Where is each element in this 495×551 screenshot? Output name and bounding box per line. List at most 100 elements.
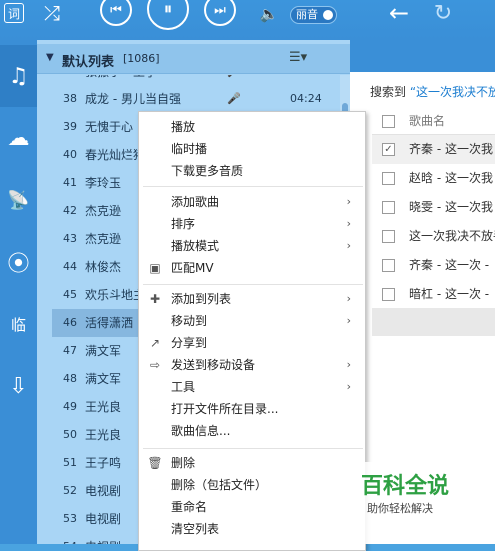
plus-icon: ✚ [149,292,161,306]
temp-list-icon[interactable]: 临 [0,293,37,355]
submenu-arrow-icon: › [346,358,351,371]
row-number: 54 [63,533,83,544]
row-number: 40 [63,148,77,161]
results-header-band [350,40,495,72]
previous-button[interactable]: ⏮ [100,0,132,26]
volume-icon[interactable]: 🔈 [256,2,282,26]
menu-item-label: 重命名 [171,500,208,514]
watermark: 百科全说 助你轻松解决 [349,462,495,544]
row-number: 48 [63,372,77,385]
result-checkbox[interactable] [382,288,395,301]
menu-item-label: 添加歌曲 [171,195,220,209]
left-navigation: ♫ ☁ 📡 ⦿ 临 ⇩ [0,40,37,544]
playlist-header[interactable]: ▼ 默认列表 [1086] ☰▾ [37,44,350,74]
menu-item-sort[interactable]: 排序 › [139,213,365,235]
row-number: 38 [63,92,77,105]
back-icon[interactable]: ← [384,0,414,28]
result-row[interactable]: 齐秦 - 这一次 - [372,251,495,280]
row-number: 51 [63,456,77,469]
result-row[interactable]: 暗杠 - 这一次 - [372,280,495,309]
menu-item-label: 临时播 [171,142,208,156]
results-table-header: 歌曲名 [372,107,495,135]
result-title: 这一次我决不放手 [409,229,495,243]
song-name: 活得潇洒 [85,316,134,330]
menu-item-delete-with-file[interactable]: 删除（包括文件） [139,474,365,496]
cloud-icon[interactable]: ☁ [0,107,37,169]
refresh-icon[interactable]: ↻ [428,0,458,28]
row-number: 47 [63,344,77,357]
location-icon[interactable]: ⦿ [0,231,37,293]
menu-item-rename[interactable]: 重命名 [139,496,365,518]
menu-item-open-folder[interactable]: 打开文件所在目录... [139,398,365,420]
download-icon[interactable]: ⇩ [0,355,37,417]
result-row[interactable]: 晓雯 - 这一次我 [372,193,495,222]
search-query[interactable]: “这一次我决不放 [410,85,495,99]
menu-item-send-to-device[interactable]: ⇨ 发送到移动设备 › [139,354,365,376]
row-number: 50 [63,428,77,441]
menu-item-song-info[interactable]: 歌曲信息... [139,420,365,442]
pause-button[interactable]: ⏸ [147,0,189,30]
music-icon[interactable]: ♫ [0,45,37,107]
lyrics-word-icon[interactable]: 词 [4,3,24,23]
result-checkbox[interactable] [382,172,395,185]
song-name: 电视剧 [85,512,122,526]
shuffle-icon[interactable]: ⤮ [38,0,66,26]
song-name: 王光良 [85,428,122,442]
menu-item-play[interactable]: 播放 [139,116,365,138]
menu-item-move-to[interactable]: 移动到 › [139,310,365,332]
submenu-arrow-icon: › [346,217,351,230]
result-checkbox[interactable] [382,230,395,243]
song-name: 林俊杰 [85,260,122,274]
menu-item-label: 播放 [171,120,196,134]
menu-item-label: 分享到 [171,336,208,350]
toggle-knob [323,10,333,20]
result-checkbox[interactable] [382,259,395,272]
table-row[interactable]: 38 成龙 - 男儿当自强 🎤 04:24 [52,85,340,113]
row-number: 41 [63,176,77,189]
result-checkbox[interactable] [382,201,395,214]
menu-item-label: 打开文件所在目录... [171,402,279,416]
menu-item-tools[interactable]: 工具 › [139,376,365,398]
menu-item-label: 移动到 [171,314,208,328]
song-name: 满文军 [85,344,122,358]
select-all-checkbox[interactable] [382,115,395,128]
collapse-arrow-icon[interactable]: ▼ [46,52,54,63]
submenu-arrow-icon: › [346,292,351,305]
karaoke-icon[interactable]: 🎤 [227,85,241,113]
watermark-subtitle: 助你轻松解决 [367,502,433,515]
song-name: 王光良 [85,400,122,414]
result-row[interactable]: 赵晗 - 这一次我 [372,164,495,193]
menu-item-label: 删除 [171,456,196,470]
watermark-title: 百科全说 [361,474,450,499]
row-number: 46 [63,316,77,329]
menu-item-temp-play[interactable]: 临时播 [139,138,365,160]
song-name-column-header[interactable]: 歌曲名 [409,107,445,135]
sound-quality-toggle[interactable]: 丽音 [290,6,337,24]
menu-item-play-mode[interactable]: 播放模式 › [139,235,365,257]
menu-item-delete[interactable]: 🗑 删除 [139,452,365,474]
trash-icon: 🗑 [147,456,163,470]
menu-item-match-mv[interactable]: ▣ 匹配MV [139,257,365,279]
radio-icon[interactable]: 📡 [0,169,37,231]
song-name: 成龙 - 男儿当自强 [85,92,181,106]
result-title: 齐秦 - 这一次我 [409,142,493,156]
result-row[interactable]: ✓ 齐秦 - 这一次我 [372,135,495,164]
song-name: 杰克逊 [85,232,122,246]
song-name: 李玲玉 [85,176,122,190]
playlist-count: [1086] [123,52,160,65]
song-name: 欢乐斗地主 [85,288,146,302]
result-row[interactable]: 这一次我决不放手 [372,222,495,251]
next-button[interactable]: ⏭ [204,0,236,26]
menu-item-add-to-list[interactable]: ✚ 添加到列表 › [139,288,365,310]
result-checkbox-checked[interactable]: ✓ [382,143,395,156]
menu-item-download-quality[interactable]: 下载更多音质 [139,160,365,182]
song-name: 电视剧 [85,484,122,498]
menu-separator [143,186,363,187]
menu-item-add-songs[interactable]: 添加歌曲 › [139,191,365,213]
menu-item-share[interactable]: ↗ 分享到 [139,332,365,354]
playlist-title: 默认列表 [62,55,115,70]
menu-item-clear-list[interactable]: 清空列表 [139,518,365,540]
result-title: 晓雯 - 这一次我 [409,200,493,214]
menu-item-label: 匹配MV [171,261,214,275]
playlist-menu-icon[interactable]: ☰▾ [289,50,307,65]
